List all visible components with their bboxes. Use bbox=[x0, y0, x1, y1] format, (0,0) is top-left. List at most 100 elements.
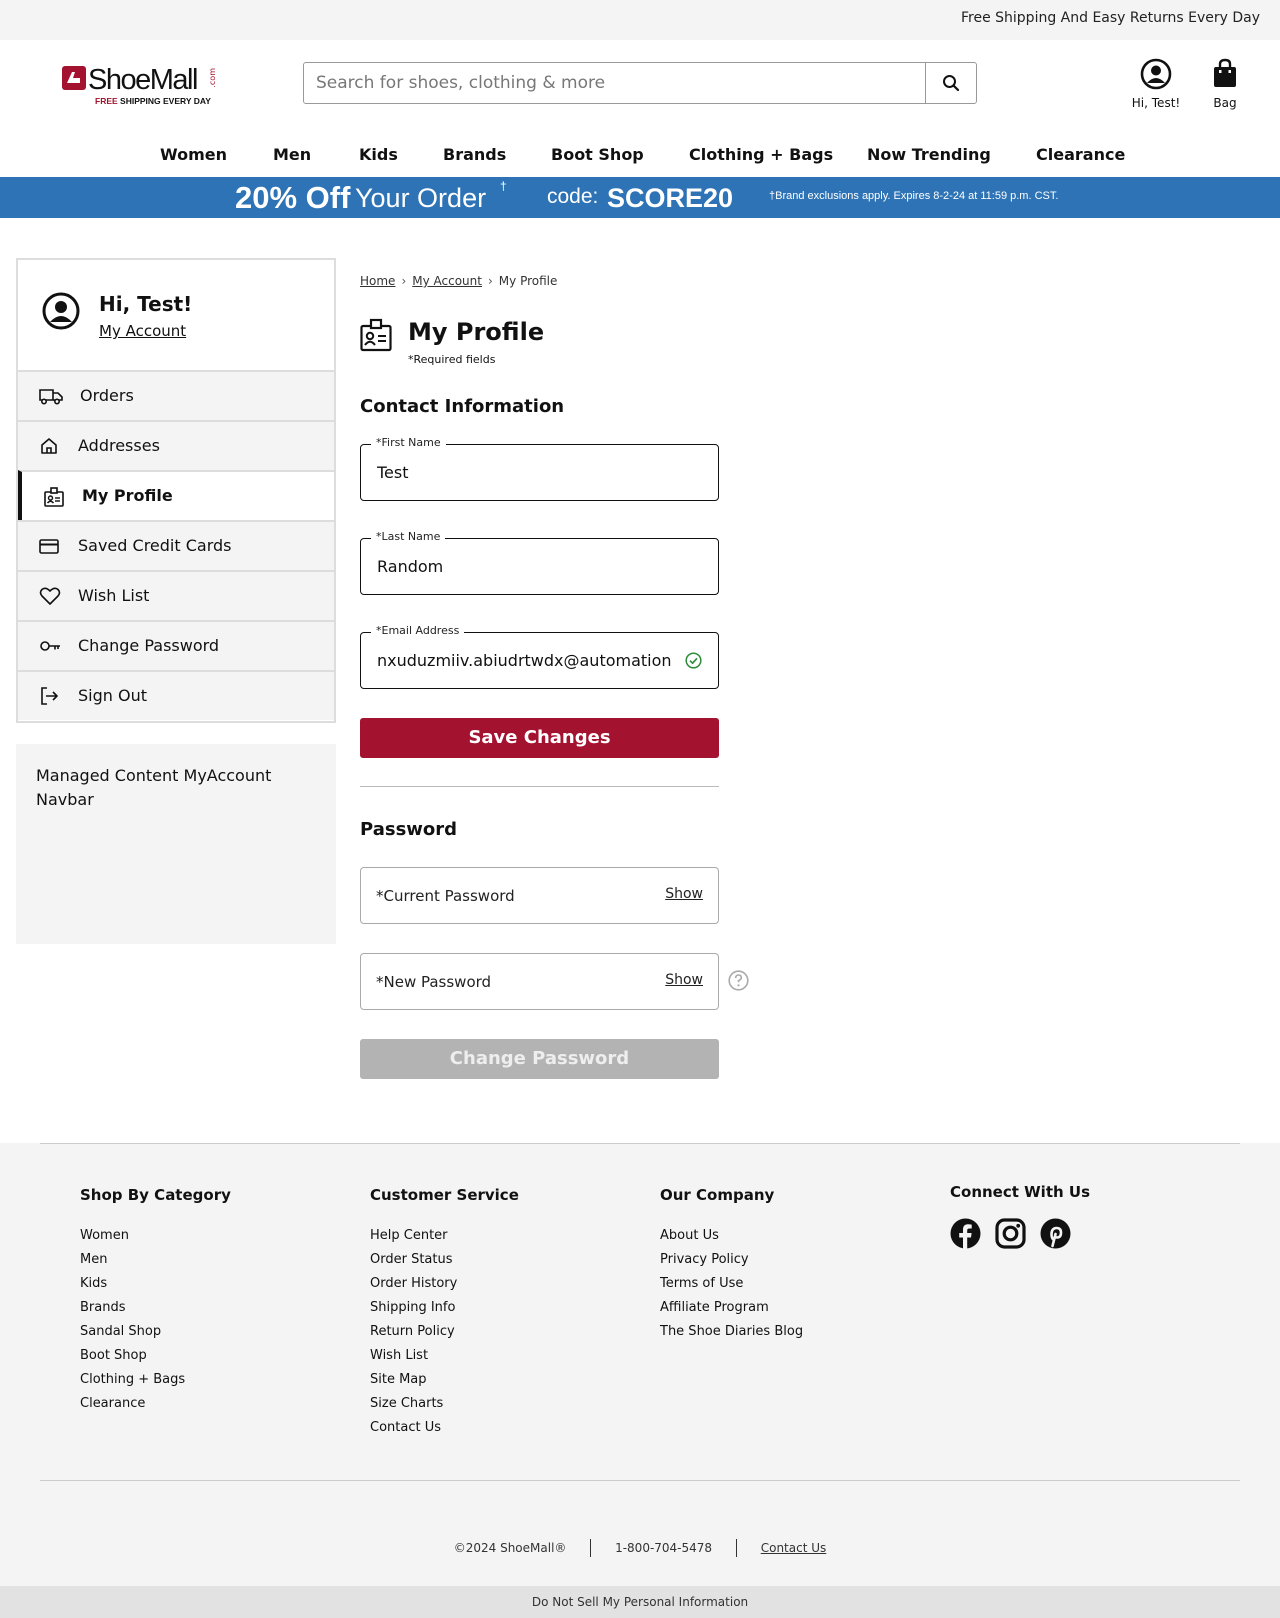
pinterest-icon[interactable] bbox=[1040, 1218, 1071, 1249]
help-icon[interactable] bbox=[728, 970, 749, 991]
divider bbox=[735, 1539, 737, 1557]
nav-clearance[interactable]: Clearance bbox=[1036, 145, 1125, 164]
footer-link[interactable]: Size Charts bbox=[370, 1396, 519, 1420]
new-password-field[interactable]: *New Password Show bbox=[360, 953, 719, 1010]
footer-link[interactable]: Clothing + Bags bbox=[80, 1372, 231, 1396]
facebook-icon[interactable] bbox=[950, 1218, 981, 1249]
sidebar-item-label: Change Password bbox=[78, 636, 220, 655]
footer-link[interactable]: Wish List bbox=[370, 1348, 519, 1372]
first-name-field: *First Name bbox=[360, 436, 719, 501]
current-password-label: *Current Password bbox=[376, 887, 515, 905]
shoemall-logo[interactable]: ShoeMall .com FREE SHIPPING EVERY DAY bbox=[62, 64, 222, 108]
divider bbox=[360, 786, 719, 787]
email-input[interactable] bbox=[377, 633, 677, 688]
my-account-link[interactable]: My Account bbox=[99, 322, 186, 340]
email-field: *Email Address bbox=[360, 624, 719, 689]
current-password-field[interactable]: *Current Password Show bbox=[360, 867, 719, 924]
copyright: ©2024 ShoeMall® bbox=[453, 1541, 567, 1555]
bag-icon bbox=[1214, 58, 1236, 87]
footer-link[interactable]: Terms of Use bbox=[660, 1276, 803, 1300]
show-new-password-button[interactable]: Show bbox=[665, 972, 703, 988]
first-name-input[interactable] bbox=[377, 445, 677, 500]
footer-heading: Our Company bbox=[660, 1186, 775, 1204]
contact-info-heading: Contact Information bbox=[360, 396, 565, 417]
main-nav: Women Men Kids Brands Boot Shop Clothing… bbox=[0, 140, 1280, 176]
promo-banner[interactable]: 20% Off Your Order † code: SCORE20 †Bran… bbox=[0, 177, 1280, 218]
footer-link[interactable]: Men bbox=[80, 1252, 231, 1276]
sidebar-item-saved-credit-cards[interactable]: Saved Credit Cards bbox=[18, 520, 334, 570]
account-menu[interactable]: Hi, Test! bbox=[1130, 58, 1182, 110]
chevron-right-icon: › bbox=[487, 274, 493, 288]
instagram-icon[interactable] bbox=[995, 1218, 1026, 1249]
footer-link[interactable]: Shipping Info bbox=[370, 1300, 519, 1324]
footer-contact-link[interactable]: Contact Us bbox=[761, 1541, 827, 1555]
footer-heading: Shop By Category bbox=[80, 1186, 231, 1204]
account-sidebar: Hi, Test! My Account Orders Addresses My… bbox=[16, 258, 336, 723]
footer-link[interactable]: Site Map bbox=[370, 1372, 519, 1396]
footer-column-shop: Shop By Category Women Men Kids Brands S… bbox=[80, 1186, 231, 1420]
save-changes-button[interactable]: Save Changes bbox=[360, 718, 719, 758]
required-note: *Required fields bbox=[408, 353, 496, 366]
footer-link[interactable]: Order Status bbox=[370, 1252, 519, 1276]
footer-link[interactable]: Contact Us bbox=[370, 1420, 519, 1444]
search-button[interactable] bbox=[925, 63, 976, 103]
footer-link[interactable]: About Us bbox=[660, 1228, 803, 1252]
footer-bottom: ©2024 ShoeMall® 1-800-704-5478 Contact U… bbox=[0, 1539, 1280, 1557]
check-circle-icon bbox=[685, 652, 702, 669]
footer-link[interactable]: Clearance bbox=[80, 1396, 231, 1420]
nav-men[interactable]: Men bbox=[273, 145, 311, 164]
credit-card-icon bbox=[39, 539, 59, 554]
nav-brands[interactable]: Brands bbox=[443, 145, 506, 164]
sidebar-item-my-profile[interactable]: My Profile bbox=[18, 470, 334, 520]
divider bbox=[40, 1143, 1240, 1144]
footer-link[interactable]: Affiliate Program bbox=[660, 1300, 803, 1324]
footer-link[interactable]: Sandal Shop bbox=[80, 1324, 231, 1348]
bag-label: Bag bbox=[1213, 96, 1237, 110]
managed-content-block: Managed Content MyAccount Navbar bbox=[16, 744, 336, 944]
breadcrumb-home[interactable]: Home bbox=[360, 274, 395, 288]
breadcrumb-current: My Profile bbox=[498, 274, 558, 288]
nav-clothing-bags[interactable]: Clothing + Bags bbox=[689, 145, 833, 164]
promo-code: SCORE20 bbox=[607, 183, 734, 213]
logo-tagline: FREE SHIPPING EVERY DAY bbox=[95, 96, 211, 106]
last-name-input[interactable] bbox=[377, 539, 677, 594]
nav-women[interactable]: Women bbox=[160, 145, 227, 164]
promo-discount: 20% Off bbox=[235, 180, 351, 215]
footer-link[interactable]: Women bbox=[80, 1228, 231, 1252]
nav-boot-shop[interactable]: Boot Shop bbox=[551, 145, 644, 164]
logo-brand: ShoeMall bbox=[88, 64, 198, 96]
footer-link[interactable]: Boot Shop bbox=[80, 1348, 231, 1372]
sidebar-item-addresses[interactable]: Addresses bbox=[18, 420, 334, 470]
page-title: My Profile bbox=[408, 318, 545, 346]
greeting-text: Hi, Test! bbox=[99, 292, 193, 316]
footer-link[interactable]: Order History bbox=[370, 1276, 519, 1300]
footer-link[interactable]: Help Center bbox=[370, 1228, 519, 1252]
promo-your-order: Your Order bbox=[355, 183, 487, 213]
search-input[interactable] bbox=[304, 63, 926, 103]
breadcrumb-my-account[interactable]: My Account bbox=[412, 274, 482, 288]
nav-now-trending[interactable]: Now Trending bbox=[867, 145, 991, 164]
footer-link[interactable]: Kids bbox=[80, 1276, 231, 1300]
sidebar-item-orders[interactable]: Orders bbox=[18, 370, 334, 420]
search-icon bbox=[943, 75, 960, 92]
truck-icon bbox=[39, 389, 63, 405]
footer-link[interactable]: Brands bbox=[80, 1300, 231, 1324]
last-name-field: *Last Name bbox=[360, 530, 719, 595]
sidebar-item-label: Sign Out bbox=[78, 686, 147, 705]
bag-button[interactable]: Bag bbox=[1207, 58, 1243, 110]
change-password-button[interactable]: Change Password bbox=[360, 1039, 719, 1079]
footer-heading: Customer Service bbox=[370, 1186, 519, 1204]
sidebar-item-sign-out[interactable]: Sign Out bbox=[18, 670, 334, 720]
footer-link[interactable]: Privacy Policy bbox=[660, 1252, 803, 1276]
nav-kids[interactable]: Kids bbox=[359, 145, 398, 164]
footer-link[interactable]: The Shoe Diaries Blog bbox=[660, 1324, 803, 1348]
footer-heading: Connect With Us bbox=[950, 1183, 1090, 1201]
footer-link[interactable]: Return Policy bbox=[370, 1324, 519, 1348]
chevron-right-icon: › bbox=[401, 274, 407, 288]
sidebar-item-label: My Profile bbox=[82, 486, 173, 505]
sidebar-item-change-password[interactable]: Change Password bbox=[18, 620, 334, 670]
sidebar-item-wish-list[interactable]: Wish List bbox=[18, 570, 334, 620]
do-not-sell-link[interactable]: Do Not Sell My Personal Information bbox=[0, 1586, 1280, 1618]
heart-icon bbox=[39, 587, 61, 605]
show-current-password-button[interactable]: Show bbox=[665, 886, 703, 902]
